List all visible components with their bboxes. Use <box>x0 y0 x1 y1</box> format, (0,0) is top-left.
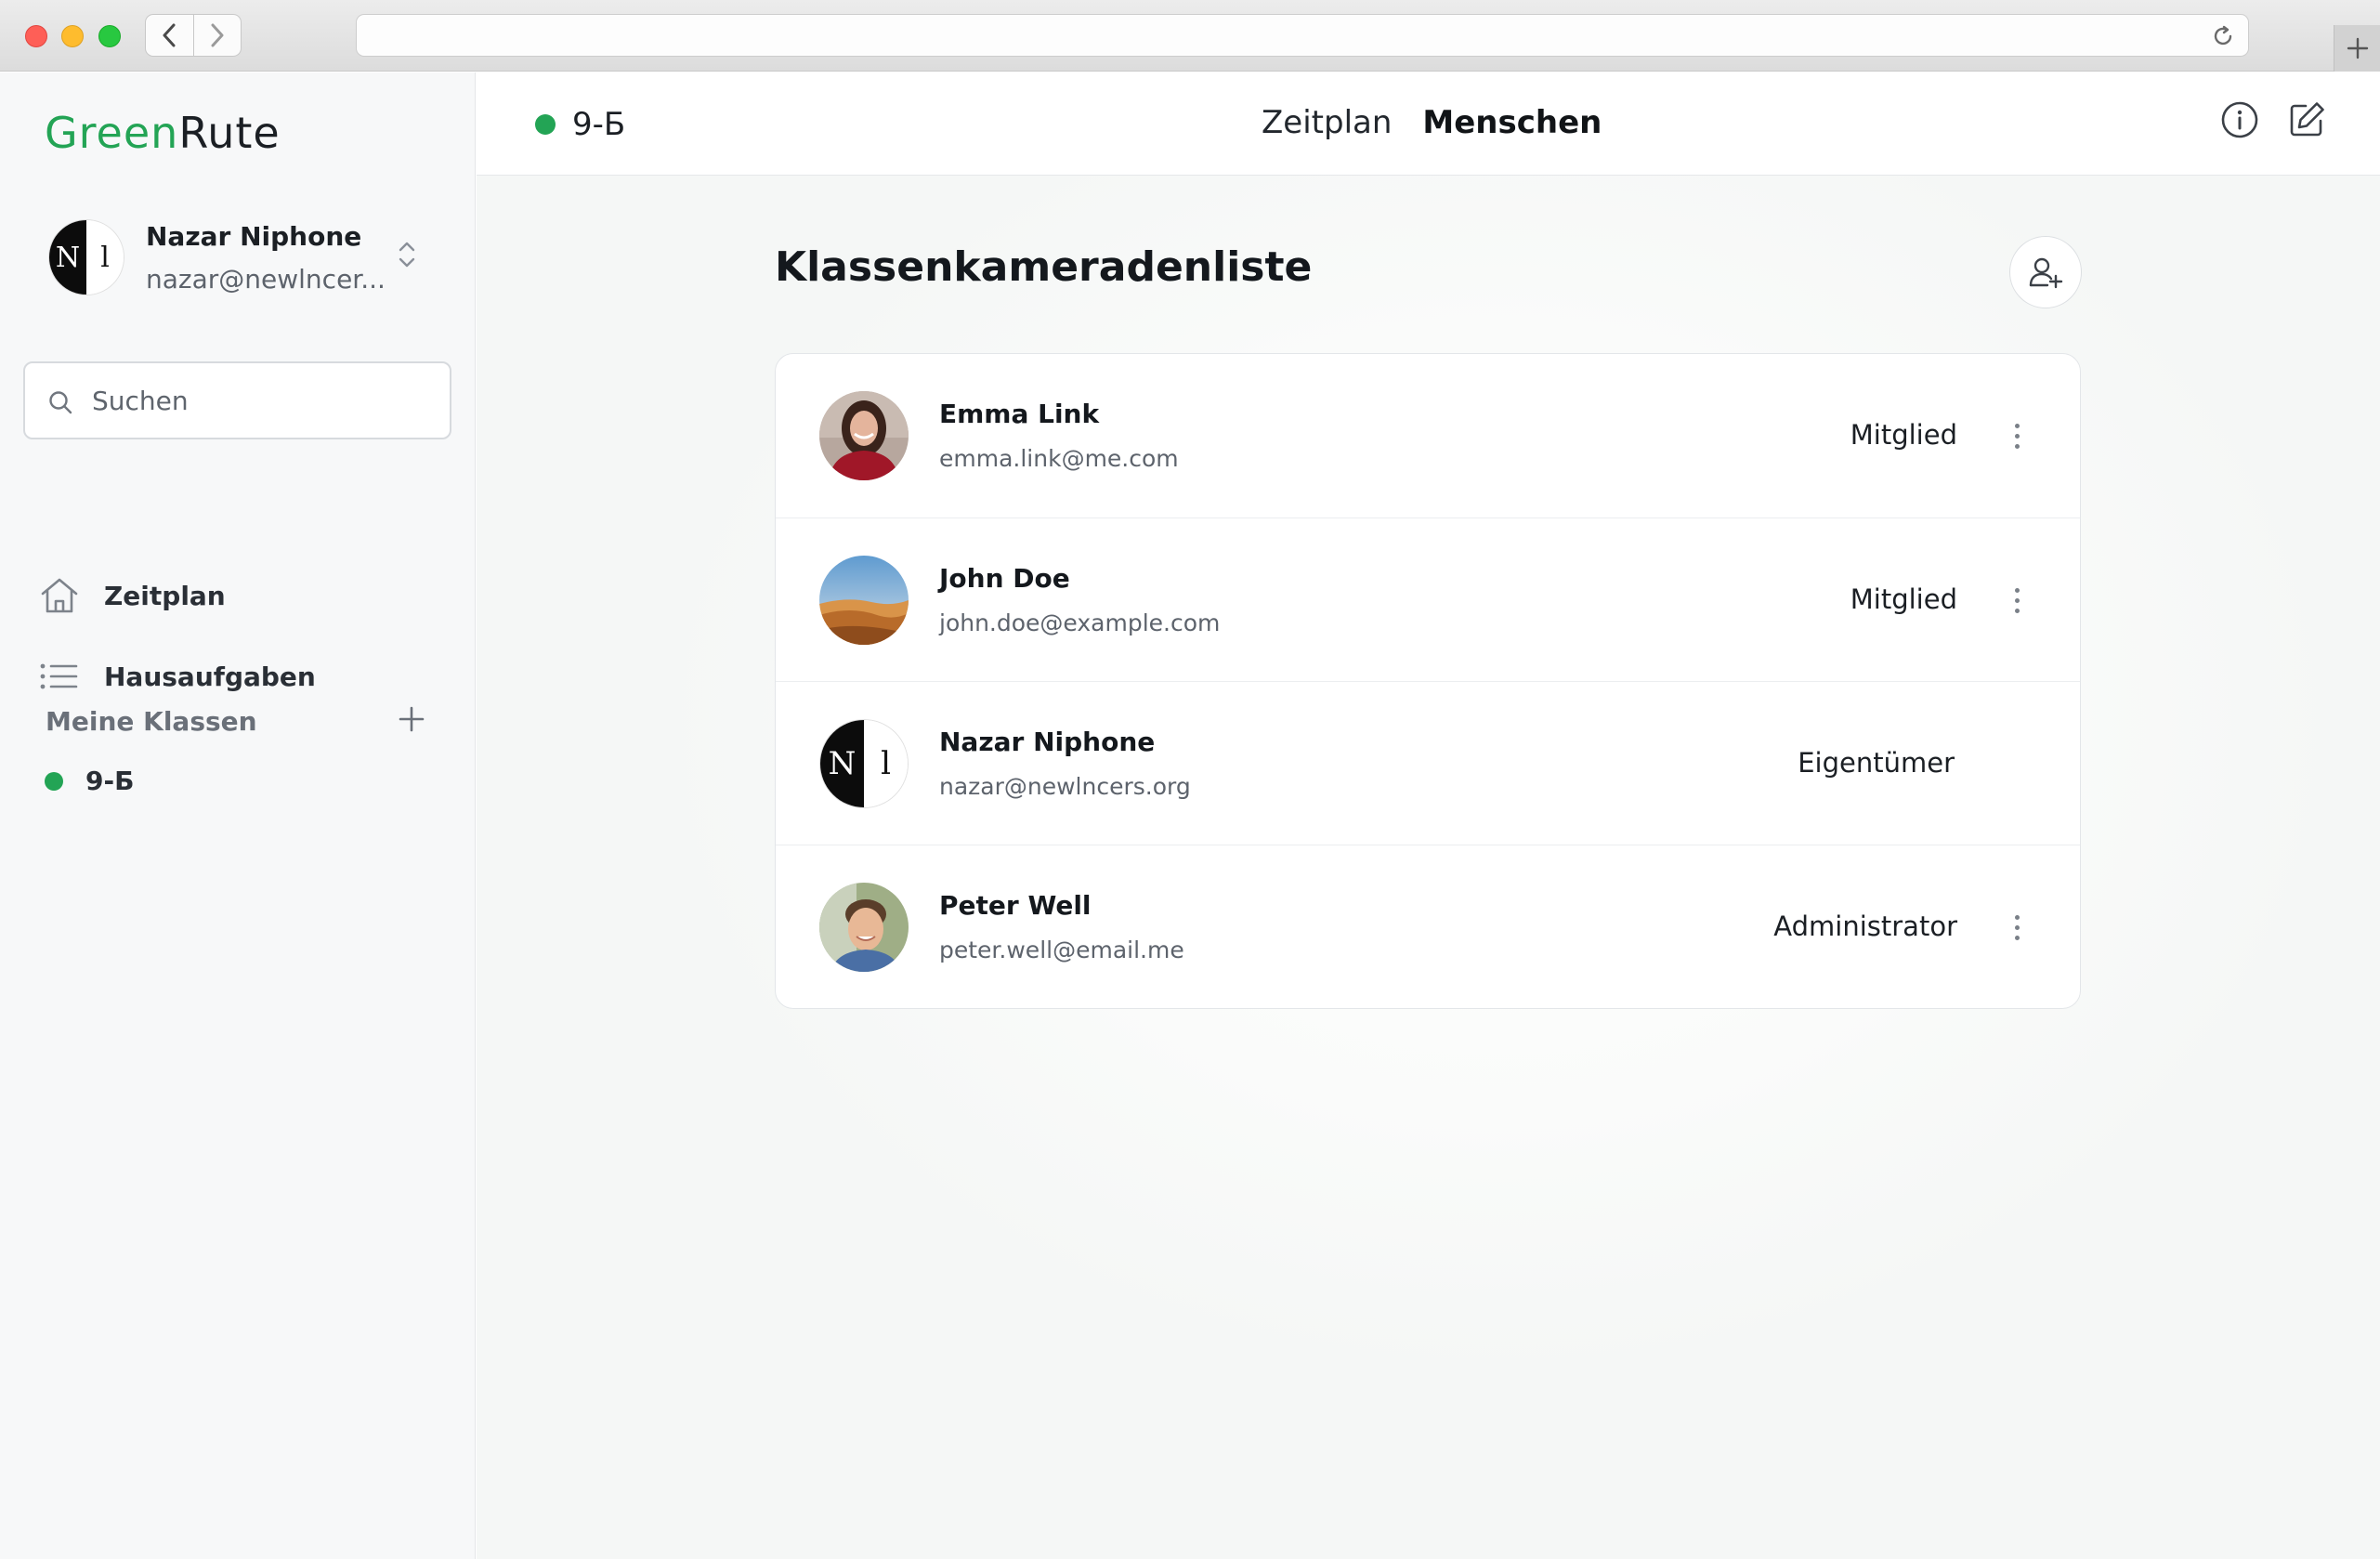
member-name: Peter Well <box>939 890 1092 921</box>
minimize-window-button[interactable] <box>61 25 84 47</box>
info-icon <box>2221 101 2258 138</box>
avatar: N l <box>819 719 909 808</box>
sidebar-item-hausaufgaben[interactable]: Hausaufgaben <box>39 653 316 700</box>
chevron-up-down-icon[interactable] <box>396 238 418 271</box>
avatar-letter-right: l <box>864 720 908 807</box>
current-class-label: 9-Б <box>572 106 626 143</box>
chevron-left-icon <box>163 23 176 47</box>
class-item-label: 9-Б <box>85 766 135 796</box>
tabs: Zeitplan Menschen <box>1262 104 1602 141</box>
reload-icon[interactable] <box>2211 24 2235 48</box>
plus-icon <box>2347 37 2368 59</box>
list-item[interactable]: Emma Link emma.link@me.com Mitglied <box>776 354 2080 517</box>
browser-chrome <box>0 0 2380 72</box>
home-icon <box>39 576 82 615</box>
member-name: Emma Link <box>939 399 1100 429</box>
edit-icon <box>2290 102 2324 137</box>
more-vertical-icon[interactable] <box>2006 415 2028 456</box>
address-bar[interactable] <box>356 14 2249 57</box>
member-name: Nazar Niphone <box>939 727 1156 757</box>
more-vertical-icon[interactable] <box>2006 580 2028 621</box>
sidebar: GreenRute N l Nazar Niphone nazar@newlnc… <box>0 72 476 1559</box>
sidebar-item-zeitplan[interactable]: Zeitplan <box>39 572 226 619</box>
member-role[interactable]: Mitglied <box>1850 583 1957 615</box>
chevron-right-icon <box>211 23 224 47</box>
header-actions <box>2220 100 2326 139</box>
add-class-icon[interactable] <box>398 705 425 733</box>
list-item[interactable]: N l Nazar Niphone nazar@newlncers.org Ei… <box>776 681 2080 845</box>
new-tab-button[interactable] <box>2334 25 2380 72</box>
more-vertical-icon[interactable] <box>2006 907 2028 948</box>
history-nav <box>145 14 242 57</box>
tab-menschen[interactable]: Menschen <box>1422 104 1602 141</box>
current-class: 9-Б <box>535 106 625 143</box>
zoom-window-button[interactable] <box>98 25 121 47</box>
list-item[interactable]: Peter Well peter.well@email.me Administr… <box>776 845 2080 1008</box>
sidebar-class-item[interactable]: 9-Б <box>45 766 134 796</box>
list-item[interactable]: John Doe john.doe@example.com Mitglied <box>776 517 2080 681</box>
member-role[interactable]: Mitglied <box>1850 419 1957 451</box>
member-email: nazar@newlncers.org <box>939 773 1191 800</box>
user-name[interactable]: Nazar Niphone <box>146 221 361 252</box>
my-classes-heading: Meine Klassen <box>46 706 257 737</box>
close-window-button[interactable] <box>25 25 47 47</box>
avatar <box>819 391 909 480</box>
info-button[interactable] <box>2220 100 2259 139</box>
forward-button[interactable] <box>192 15 241 56</box>
sidebar-item-label: Hausaufgaben <box>104 661 316 692</box>
list-icon <box>39 662 82 690</box>
class-color-dot <box>535 114 556 135</box>
member-role: Eigentümer <box>1798 747 1955 779</box>
logo-text-green: Green <box>45 108 179 158</box>
avatar-letter-left: N <box>49 220 86 295</box>
add-member-button[interactable] <box>2009 236 2082 308</box>
avatar <box>819 556 909 645</box>
member-email: emma.link@me.com <box>939 445 1179 472</box>
edit-button[interactable] <box>2287 100 2326 139</box>
logo-text-dark: Rute <box>178 108 281 158</box>
back-button[interactable] <box>146 15 193 56</box>
tab-zeitplan[interactable]: Zeitplan <box>1262 104 1392 141</box>
user-avatar[interactable]: N l <box>48 219 124 295</box>
main-content: 9-Б Zeitplan Menschen Klassenkameradenli… <box>477 72 2380 1559</box>
member-role[interactable]: Administrator <box>1773 911 1957 942</box>
sidebar-item-label: Zeitplan <box>104 580 226 611</box>
search-box <box>23 361 451 439</box>
top-bar: 9-Б Zeitplan Menschen <box>477 72 2380 176</box>
member-email: john.doe@example.com <box>939 609 1221 636</box>
app-logo[interactable]: GreenRute <box>45 108 281 158</box>
page-title: Klassenkameradenliste <box>775 243 1313 291</box>
member-email: peter.well@email.me <box>939 937 1184 963</box>
add-user-icon <box>2029 257 2063 289</box>
avatar-letter-left: N <box>820 720 864 807</box>
user-email: nazar@newlncer... <box>146 264 386 295</box>
avatar <box>819 883 909 972</box>
search-icon <box>49 391 72 414</box>
avatar-letter-right: l <box>86 220 124 295</box>
class-color-dot <box>45 771 63 791</box>
search-input[interactable] <box>92 380 426 421</box>
member-name: John Doe <box>939 563 1070 594</box>
members-list: Emma Link emma.link@me.com Mitglied John… <box>775 353 2081 1009</box>
